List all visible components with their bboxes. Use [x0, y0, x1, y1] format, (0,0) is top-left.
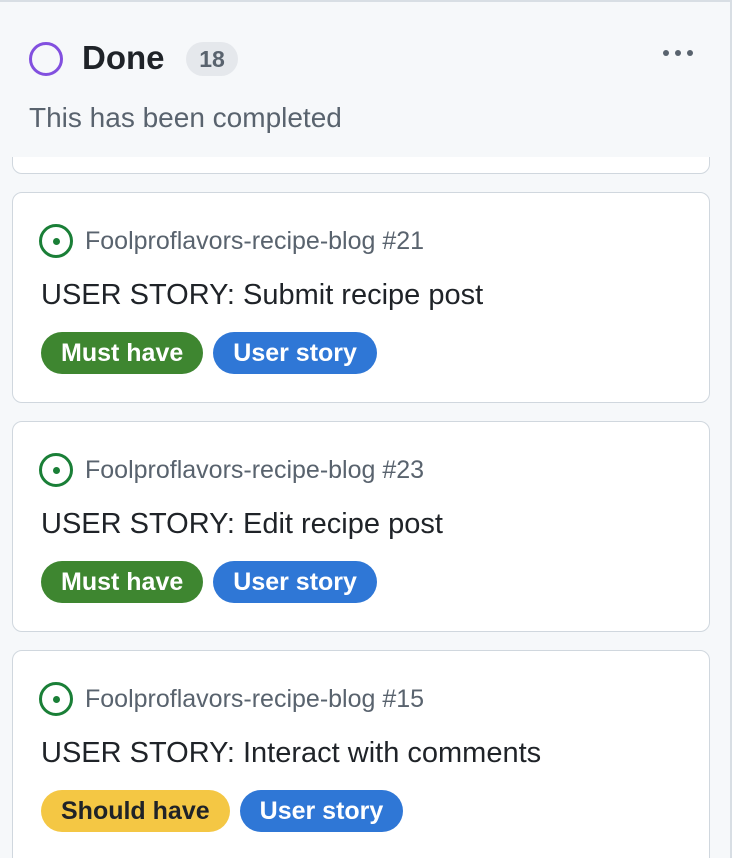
- column-description: This has been completed: [29, 102, 342, 133]
- label-list: Should have User story: [41, 790, 404, 832]
- issue-title[interactable]: USER STORY: Interact with comments: [41, 737, 541, 770]
- issue-card[interactable]: Foolproflavors-recipe-blog #15 USER STOR…: [12, 650, 710, 858]
- column-header: Done 18 This has been completed: [0, 2, 730, 157]
- issue-title[interactable]: USER STORY: Edit recipe post: [41, 508, 443, 541]
- issue-reference[interactable]: Foolproflavors-recipe-blog #21: [85, 227, 424, 256]
- label-user-story[interactable]: User story: [213, 561, 377, 603]
- card-meta: Foolproflavors-recipe-blog #23: [39, 453, 424, 487]
- label-must-have[interactable]: Must have: [41, 332, 204, 374]
- column-title: Done: [82, 39, 165, 76]
- issue-reference[interactable]: Foolproflavors-recipe-blog #23: [85, 456, 424, 485]
- card-meta: Foolproflavors-recipe-blog #21: [39, 224, 424, 258]
- label-list: Must have User story: [41, 561, 377, 603]
- issue-opened-icon: [39, 224, 73, 258]
- card-meta: Foolproflavors-recipe-blog #15: [39, 682, 424, 716]
- issue-reference[interactable]: Foolproflavors-recipe-blog #15: [85, 685, 424, 714]
- label-list: Must have User story: [41, 332, 377, 374]
- issue-opened-icon: [39, 453, 73, 487]
- label-user-story[interactable]: User story: [239, 790, 404, 832]
- issue-card[interactable]: Foolproflavors-recipe-blog #23 USER STOR…: [12, 421, 710, 632]
- issue-title[interactable]: USER STORY: Submit recipe post: [41, 279, 483, 312]
- label-user-story[interactable]: User story: [213, 332, 377, 374]
- issue-opened-icon: [39, 682, 73, 716]
- label-must-have[interactable]: Must have: [41, 561, 204, 603]
- issue-card[interactable]: Foolproflavors-recipe-blog #21 USER STOR…: [12, 192, 710, 403]
- kebab-horizontal-icon: [663, 50, 669, 56]
- label-should-have[interactable]: Should have: [41, 790, 230, 832]
- column-menu-button[interactable]: [652, 34, 704, 72]
- item-count-badge: 18: [186, 42, 238, 76]
- circle-icon: [29, 42, 63, 76]
- board-column-done: Foolproflavors-recipe-blog #21 USER STOR…: [0, 0, 732, 858]
